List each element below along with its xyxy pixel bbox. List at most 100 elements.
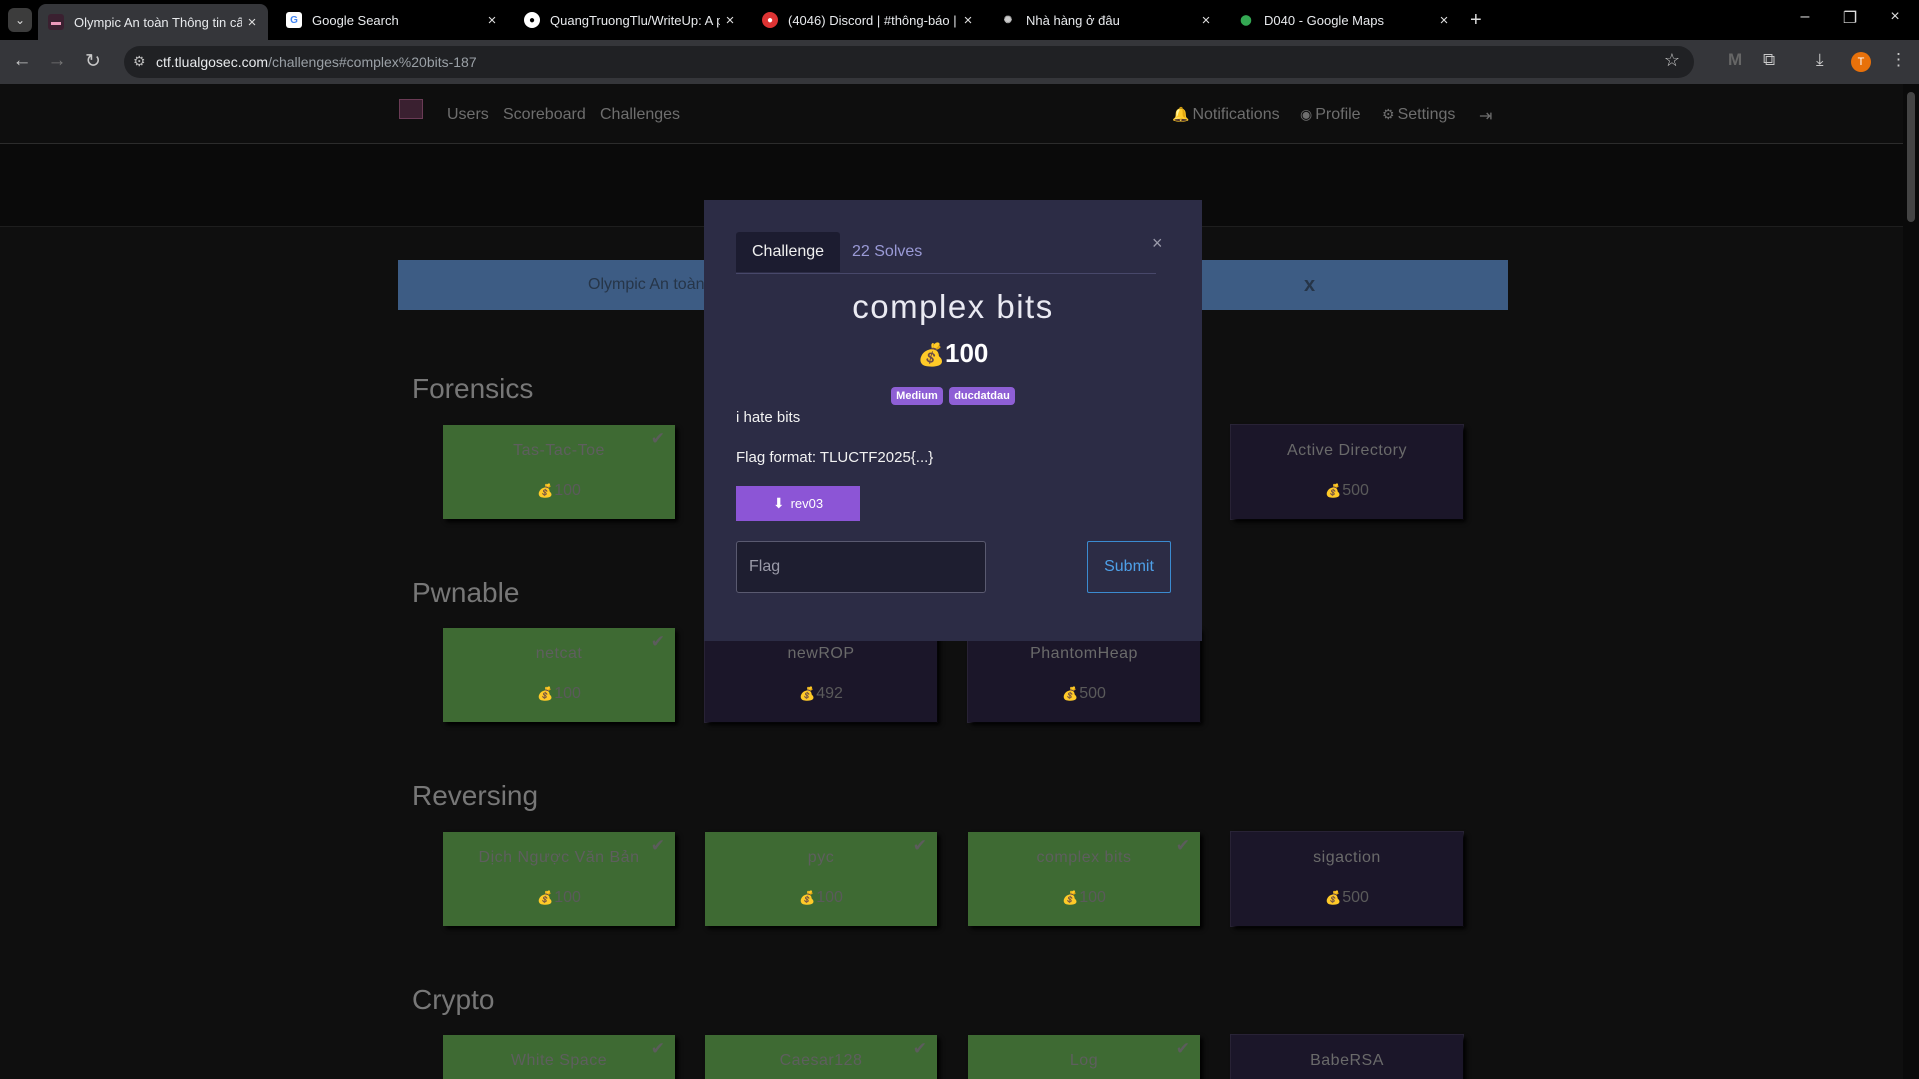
banner-close-button[interactable]: x: [1304, 274, 1315, 297]
challenge-value: 💰500: [1231, 482, 1463, 500]
challenge-value: 💰500: [968, 685, 1200, 703]
close-icon[interactable]: ×: [482, 12, 502, 29]
url-text: ctf.tlualgosec.com/challenges#complex%20…: [156, 54, 477, 70]
challenge-points: 100: [554, 685, 581, 702]
user-circle-icon: ◉: [1300, 106, 1313, 122]
nav-notifications-label: Notifications: [1192, 106, 1280, 123]
flag-input[interactable]: [736, 541, 986, 593]
extensions-puzzle-icon[interactable]: ⧉: [1763, 50, 1775, 70]
challenge-card-pyc[interactable]: ✔ pyc 💰100: [705, 832, 937, 926]
profile-avatar[interactable]: T: [1851, 52, 1871, 72]
nav-settings[interactable]: ⚙ Settings: [1382, 106, 1455, 124]
menu-kebab-icon[interactable]: ⋮: [1890, 50, 1907, 70]
tab-search-button[interactable]: ⌄: [8, 8, 32, 32]
challenge-name: BabeRSA: [1310, 1052, 1384, 1069]
challenge-card-dich-nguoc-van-ban[interactable]: ✔ Dịch Ngược Văn Bản 💰100: [443, 832, 675, 926]
browser-tab-github[interactable]: ● QuangTruongTlu/WriteUp: A pl ×: [514, 6, 746, 34]
coins-icon: 💰: [1325, 890, 1342, 905]
challenge-modal: Challenge 22 Solves × complex bits 💰100 …: [704, 200, 1202, 641]
discord-icon: ●: [762, 12, 778, 28]
extension-icon[interactable]: M: [1728, 50, 1742, 70]
modal-tab-bar: Challenge 22 Solves: [736, 232, 1156, 274]
challenge-card-complex-bits[interactable]: ✔ complex bits 💰100: [968, 832, 1200, 926]
nav-challenges[interactable]: Challenges: [600, 106, 680, 124]
close-icon[interactable]: ×: [1196, 12, 1216, 29]
category-title-pwnable: Pwnable: [412, 577, 520, 608]
nav-users[interactable]: Users: [447, 106, 489, 124]
challenge-points: 492: [816, 685, 843, 702]
challenge-card-white-space[interactable]: ✔ White Space: [443, 1035, 675, 1079]
close-icon[interactable]: ×: [1434, 12, 1454, 29]
close-icon[interactable]: ×: [720, 12, 740, 29]
challenge-name: Tas-Tac-Toe: [513, 442, 605, 459]
minimize-icon[interactable]: –: [1785, 8, 1825, 26]
challenge-points: 100: [1079, 889, 1106, 906]
coins-icon: 💰: [537, 890, 554, 905]
page-scrollbar[interactable]: [1903, 84, 1919, 1079]
challenge-name: White Space: [510, 1052, 608, 1069]
challenge-card-netcat[interactable]: ✔ netcat 💰100: [443, 628, 675, 722]
bookmark-star-icon[interactable]: ☆: [1664, 50, 1680, 71]
challenge-card-newrop[interactable]: newROP 💰492: [705, 628, 937, 722]
download-file-label: rev03: [790, 496, 824, 511]
maps-pin-icon: ⬤: [1240, 14, 1252, 26]
challenge-name: netcat: [535, 645, 583, 662]
nav-profile-label: Profile: [1315, 106, 1361, 123]
logout-icon[interactable]: ⇥: [1479, 106, 1492, 126]
github-icon: ●: [524, 12, 540, 28]
download-file-button[interactable]: ⬇ rev03: [736, 486, 860, 521]
challenge-name: Dịch Ngược Văn Bản: [478, 849, 640, 866]
site-logo[interactable]: [399, 99, 423, 119]
challenge-points: 500: [1079, 685, 1106, 702]
nav-notifications[interactable]: 🔔 Notifications: [1172, 106, 1280, 124]
submit-button[interactable]: Submit: [1087, 541, 1171, 593]
tab-challenge[interactable]: Challenge: [736, 232, 841, 272]
browser-tab-maps[interactable]: ⬤ D040 - Google Maps ×: [1228, 6, 1460, 34]
tab-solves[interactable]: 22 Solves: [836, 232, 938, 272]
challenge-points: 100: [554, 482, 581, 499]
reload-icon[interactable]: ↻: [81, 50, 105, 73]
scrollbar-thumb[interactable]: [1907, 92, 1915, 222]
challenge-card-sigaction[interactable]: sigaction 💰500: [1231, 832, 1463, 926]
challenge-card-log[interactable]: ✔ Log: [968, 1035, 1200, 1079]
nav-scoreboard[interactable]: Scoreboard: [503, 106, 586, 124]
nav-profile[interactable]: ◉ Profile: [1300, 106, 1361, 124]
coins-icon: 💰: [917, 342, 945, 367]
browser-tab-ctf[interactable]: ▬ Olympic An toàn Thông tin cấp ×: [38, 4, 268, 40]
coins-icon: 💰: [1062, 890, 1079, 905]
back-arrow-icon[interactable]: ←: [10, 50, 34, 72]
modal-close-button[interactable]: ×: [1152, 233, 1163, 254]
challenge-value: 💰492: [705, 685, 937, 703]
browser-tab-restaurant[interactable]: ✺ Nhà hàng ở đâu ×: [990, 6, 1222, 34]
challenge-name: Log: [1069, 1052, 1099, 1069]
challenge-card-baberasa[interactable]: BabeRSA: [1231, 1035, 1463, 1079]
challenge-points: 500: [1342, 482, 1369, 499]
challenge-points: 100: [554, 889, 581, 906]
challenge-value: 💰100: [443, 889, 675, 907]
window-close-icon[interactable]: ×: [1875, 8, 1915, 26]
address-bar[interactable]: ⚙ ctf.tlualgosec.com/challenges#complex%…: [124, 46, 1694, 78]
browser-tab-google[interactable]: G Google Search ×: [276, 6, 508, 34]
challenge-name: complex bits: [1036, 849, 1132, 866]
forward-arrow-icon[interactable]: →: [45, 50, 69, 72]
challenge-card-phantomheap[interactable]: PhantomHeap 💰500: [968, 628, 1200, 722]
challenge-tags: Medium ducdatdau: [704, 386, 1202, 405]
site-navbar: Users Scoreboard Challenges 🔔 Notificatio…: [0, 84, 1903, 144]
tab-title: Google Search: [312, 12, 399, 28]
restore-icon[interactable]: ❐: [1830, 8, 1870, 28]
challenge-title: complex bits: [852, 288, 1054, 325]
close-icon[interactable]: ×: [958, 12, 978, 29]
challenge-card-tas-tac-toe[interactable]: ✔ Tas-Tac-Toe 💰100: [443, 425, 675, 519]
challenge-name: PhantomHeap: [1030, 645, 1138, 662]
download-icon[interactable]: ⤓: [1816, 50, 1824, 70]
challenge-card-caesar128[interactable]: ✔ Caesar128: [705, 1035, 937, 1079]
new-tab-plus-icon[interactable]: +: [1470, 8, 1482, 32]
challenge-card-active-directory[interactable]: Active Directory 💰500: [1231, 425, 1463, 519]
browser-tab-discord[interactable]: ● (4046) Discord | #thông-báo | C ×: [752, 6, 984, 34]
site-info-icon[interactable]: ⚙: [133, 53, 146, 70]
browser-tab-bar: ⌄ ▬ Olympic An toàn Thông tin cấp × G Go…: [0, 0, 1919, 40]
url-host: ctf.tlualgosec.com: [156, 54, 269, 70]
close-icon[interactable]: ×: [242, 14, 262, 31]
download-icon: ⬇: [772, 495, 785, 511]
coins-icon: 💰: [537, 686, 554, 701]
